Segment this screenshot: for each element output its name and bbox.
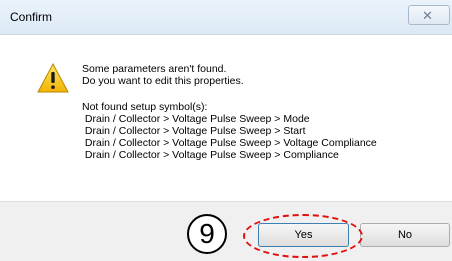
- close-button[interactable]: ✕: [408, 5, 450, 25]
- message-line-1: Some parameters aren't found.: [82, 63, 227, 75]
- title-bar: Confirm ✕: [0, 0, 452, 35]
- message-line-2: Do you want to edit this properties.: [82, 75, 244, 87]
- symbol-item: Drain / Collector > Voltage Pulse Sweep …: [82, 137, 377, 149]
- step-number-callout: 9: [187, 214, 227, 254]
- message-area: Some parameters aren't found. Do you wan…: [0, 35, 452, 201]
- yes-button-highlight: [243, 214, 363, 258]
- close-icon: ✕: [422, 8, 433, 23]
- symbol-item: Drain / Collector > Voltage Pulse Sweep …: [82, 113, 310, 125]
- no-button[interactable]: No: [360, 223, 450, 247]
- dialog-title: Confirm: [10, 10, 53, 24]
- confirm-dialog: Confirm ✕ Some parameters aren't found. …: [0, 0, 452, 261]
- warning-icon: [37, 63, 69, 93]
- button-bar: Yes No 9: [0, 201, 452, 261]
- symbol-item: Drain / Collector > Voltage Pulse Sweep …: [82, 149, 339, 161]
- symbol-item: Drain / Collector > Voltage Pulse Sweep …: [82, 125, 306, 137]
- not-found-header: Not found setup symbol(s):: [82, 101, 208, 113]
